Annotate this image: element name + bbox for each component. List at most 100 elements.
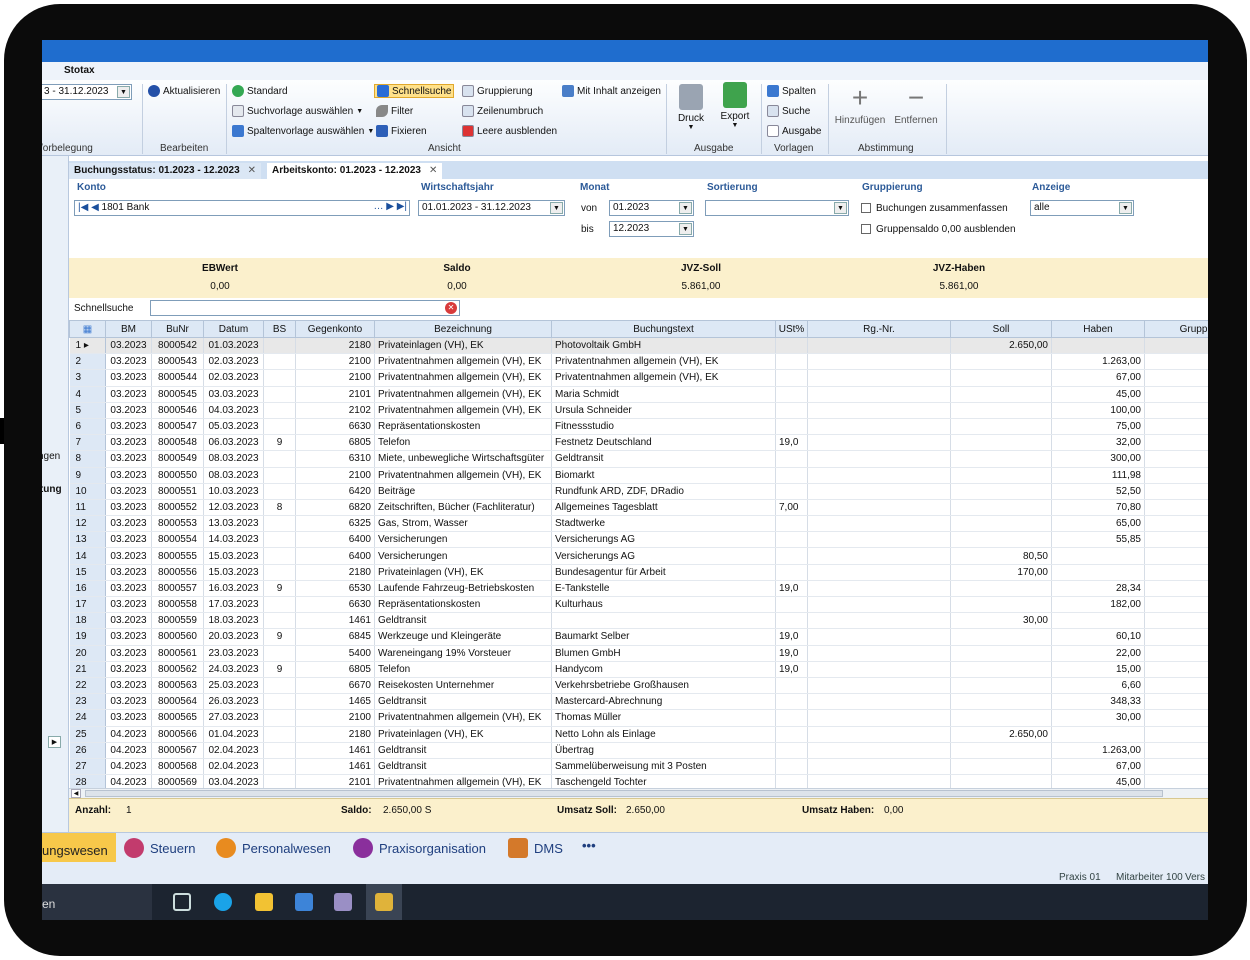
column-header[interactable]: Soll xyxy=(950,320,1052,338)
row-number[interactable]: 7 xyxy=(69,434,106,452)
sortierung-select[interactable]: ▼ xyxy=(705,200,849,216)
hinzufuegen-button[interactable]: + Hinzufügen xyxy=(834,84,886,127)
chevron-down-icon[interactable]: ▼ xyxy=(679,202,692,214)
row-number[interactable]: 13 xyxy=(69,531,106,549)
row-number[interactable]: 24 xyxy=(69,709,106,727)
column-header[interactable]: Rg.-Nr. xyxy=(807,320,951,338)
mit-inhalt-button[interactable]: Mit Inhalt anzeigen xyxy=(562,85,661,97)
row-number[interactable]: 19 xyxy=(69,628,106,646)
table-row[interactable]: 24 03.2023 8000565 27.03.2023 2100 Privatentn… xyxy=(69,709,1208,727)
row-number[interactable]: 18 xyxy=(69,612,106,630)
table-row[interactable]: 11 03.2023 8000552 12.03.2023 8 6820 Zeitschri… xyxy=(69,499,1208,517)
row-number[interactable]: 8 xyxy=(69,450,106,468)
column-header[interactable]: BM xyxy=(105,320,152,338)
aktualisieren-button[interactable]: Aktualisieren xyxy=(148,85,220,97)
tab-buchungsstatus[interactable]: Buchungsstatus: 01.2023 - 12.2023 ✕ xyxy=(69,163,262,179)
tab-arbeitskonto[interactable]: Arbeitskonto: 01.2023 - 12.2023 ✕ xyxy=(267,163,443,179)
table-row[interactable]: 13 03.2023 8000554 14.03.2023 6400 Versicheru… xyxy=(69,531,1208,549)
horizontal-scrollbar[interactable]: ◀ xyxy=(69,788,1208,798)
module-personalwesen[interactable]: Personalwesen xyxy=(216,838,331,858)
row-number[interactable]: 16 xyxy=(69,580,106,598)
fixieren-button[interactable]: Fixieren xyxy=(376,125,427,137)
standard-button[interactable]: Standard xyxy=(232,85,288,97)
module-dms[interactable]: DMS xyxy=(508,838,563,858)
checkbox-icon[interactable] xyxy=(861,203,871,214)
table-row[interactable]: 17 03.2023 8000558 17.03.2023 6630 Repräsenta… xyxy=(69,596,1208,614)
row-number[interactable]: 23 xyxy=(69,693,106,711)
row-number[interactable]: 10 xyxy=(69,483,106,500)
row-number[interactable]: 14 xyxy=(69,547,106,565)
row-number[interactable]: 27 xyxy=(69,758,106,776)
spalten-button[interactable]: Spalten xyxy=(767,85,816,97)
checkbox-icon[interactable] xyxy=(861,224,871,235)
close-icon[interactable]: ✕ xyxy=(429,165,437,176)
row-number[interactable]: 11 xyxy=(69,499,106,517)
row-number[interactable]: 1 ▸ xyxy=(69,337,106,355)
module-steuern[interactable]: Steuern xyxy=(124,838,196,858)
gruppensaldo-checkbox[interactable]: Gruppensaldo 0,00 ausblenden xyxy=(861,224,1016,235)
table-row[interactable]: 20 03.2023 8000561 23.03.2023 5400 Wareneinga… xyxy=(69,645,1208,662)
scroll-thumb[interactable] xyxy=(85,790,1163,797)
sidebar-fragment[interactable]: ngen xyxy=(42,451,60,462)
edge-icon[interactable] xyxy=(214,893,232,911)
schnellsuche-input[interactable]: ✕ xyxy=(150,300,460,316)
row-number[interactable]: 28 xyxy=(69,774,106,788)
table-row[interactable]: 3 03.2023 8000544 02.03.2023 2100 Privatentna… xyxy=(69,369,1208,387)
chevron-down-icon[interactable]: ▼ xyxy=(117,86,130,98)
table-row[interactable]: 25 04.2023 8000566 01.04.2023 2180 Privateinl… xyxy=(69,726,1208,743)
column-header[interactable]: Gegenkonto xyxy=(295,320,375,338)
expand-pane-icon[interactable]: ▶ xyxy=(48,736,61,748)
table-row[interactable]: 5 03.2023 8000546 04.03.2023 2102 Privatentna… xyxy=(69,402,1208,419)
druck-button[interactable]: Druck ▼ xyxy=(674,84,708,131)
zeilenumbruch-button[interactable]: Zeilenumbruch xyxy=(462,105,543,117)
module-praxisorganisation[interactable]: Praxisorganisation xyxy=(353,838,486,858)
von-select[interactable]: 01.2023 ▼ xyxy=(609,200,694,216)
chevron-down-icon[interactable]: ▼ xyxy=(834,202,847,214)
stotax-taskbar-button[interactable] xyxy=(366,884,402,920)
menu-stotax[interactable]: Stotax xyxy=(64,65,95,76)
table-row[interactable]: 2 03.2023 8000543 02.03.2023 2100 Privatentna… xyxy=(69,353,1208,371)
entfernen-button[interactable]: − Entfernen xyxy=(892,84,940,127)
chevron-down-icon[interactable]: ▼ xyxy=(1119,202,1132,214)
sidebar-fragment[interactable]: rtung xyxy=(42,484,62,495)
suchvorlage-button[interactable]: Suchvorlage auswählen ▼ xyxy=(232,105,363,117)
table-row[interactable]: 9 03.2023 8000550 08.03.2023 2100 Privatentna… xyxy=(69,467,1208,484)
row-number[interactable]: 26 xyxy=(69,742,106,759)
table-row[interactable]: 23 03.2023 8000564 26.03.2023 1465 Geldtransi… xyxy=(69,693,1208,711)
task-view-icon[interactable] xyxy=(173,893,191,911)
more-modules-button[interactable]: ••• xyxy=(582,838,596,853)
file-explorer-icon[interactable] xyxy=(255,893,273,911)
filter-button[interactable]: Filter xyxy=(376,105,413,117)
table-row[interactable]: 12 03.2023 8000553 13.03.2023 6325 Gas, Strom… xyxy=(69,515,1208,533)
row-number[interactable]: 12 xyxy=(69,515,106,533)
column-header[interactable]: Buchungstext xyxy=(551,320,776,338)
table-row[interactable]: 15 03.2023 8000556 15.03.2023 2180 Privateinl… xyxy=(69,564,1208,581)
row-number[interactable]: 2 xyxy=(69,353,106,371)
wirtschaftsjahr-select[interactable]: 01.01.2023 - 31.12.2023 ▼ xyxy=(418,200,565,216)
column-header[interactable]: USt% xyxy=(775,320,808,338)
module-rechnungswesen[interactable]: ungswesen xyxy=(42,833,116,862)
table-row[interactable]: 1 ▸ 03.2023 8000542 01.03.2023 2180 Privatein… xyxy=(69,337,1208,355)
anzeige-select[interactable]: alle ▼ xyxy=(1030,200,1134,216)
table-row[interactable]: 8 03.2023 8000549 08.03.2023 6310 Miete, unbe… xyxy=(69,450,1208,468)
row-number[interactable]: 3 xyxy=(69,369,106,387)
table-row[interactable]: 18 03.2023 8000559 18.03.2023 1461 Geldtransi… xyxy=(69,612,1208,630)
row-number[interactable]: 22 xyxy=(69,677,106,695)
suche-button[interactable]: Suche xyxy=(767,105,810,117)
bis-select[interactable]: 12.2023 ▼ xyxy=(609,221,694,237)
export-button[interactable]: Export ▼ xyxy=(716,82,754,129)
table-row[interactable]: 21 03.2023 8000562 24.03.2023 9 6805 Telefon Ha… xyxy=(69,661,1208,678)
table-row[interactable]: 6 03.2023 8000547 05.03.2023 6630 Repräsentat… xyxy=(69,418,1208,436)
chevron-down-icon[interactable]: ▼ xyxy=(550,202,563,214)
table-row[interactable]: 27 04.2023 8000568 02.04.2023 1461 Geldtransi… xyxy=(69,758,1208,776)
table-row[interactable]: 22 03.2023 8000563 25.03.2023 6670 Reisekoste… xyxy=(69,677,1208,695)
row-number[interactable]: 4 xyxy=(69,386,106,403)
row-number[interactable]: 6 xyxy=(69,418,106,436)
row-number[interactable]: 15 xyxy=(69,564,106,581)
spaltenvorlage-button[interactable]: Spaltenvorlage auswählen ▼ xyxy=(232,125,374,137)
table-row[interactable]: 26 04.2023 8000567 02.04.2023 1461 Geldtransi… xyxy=(69,742,1208,759)
column-header[interactable]: Datum xyxy=(203,320,264,338)
column-header[interactable]: BuNr xyxy=(151,320,204,338)
date-range-select[interactable]: 3 - 31.12.2023 ▼ xyxy=(42,84,132,100)
table-row[interactable]: 28 04.2023 8000569 03.04.2023 2101 Privatentn… xyxy=(69,774,1208,788)
